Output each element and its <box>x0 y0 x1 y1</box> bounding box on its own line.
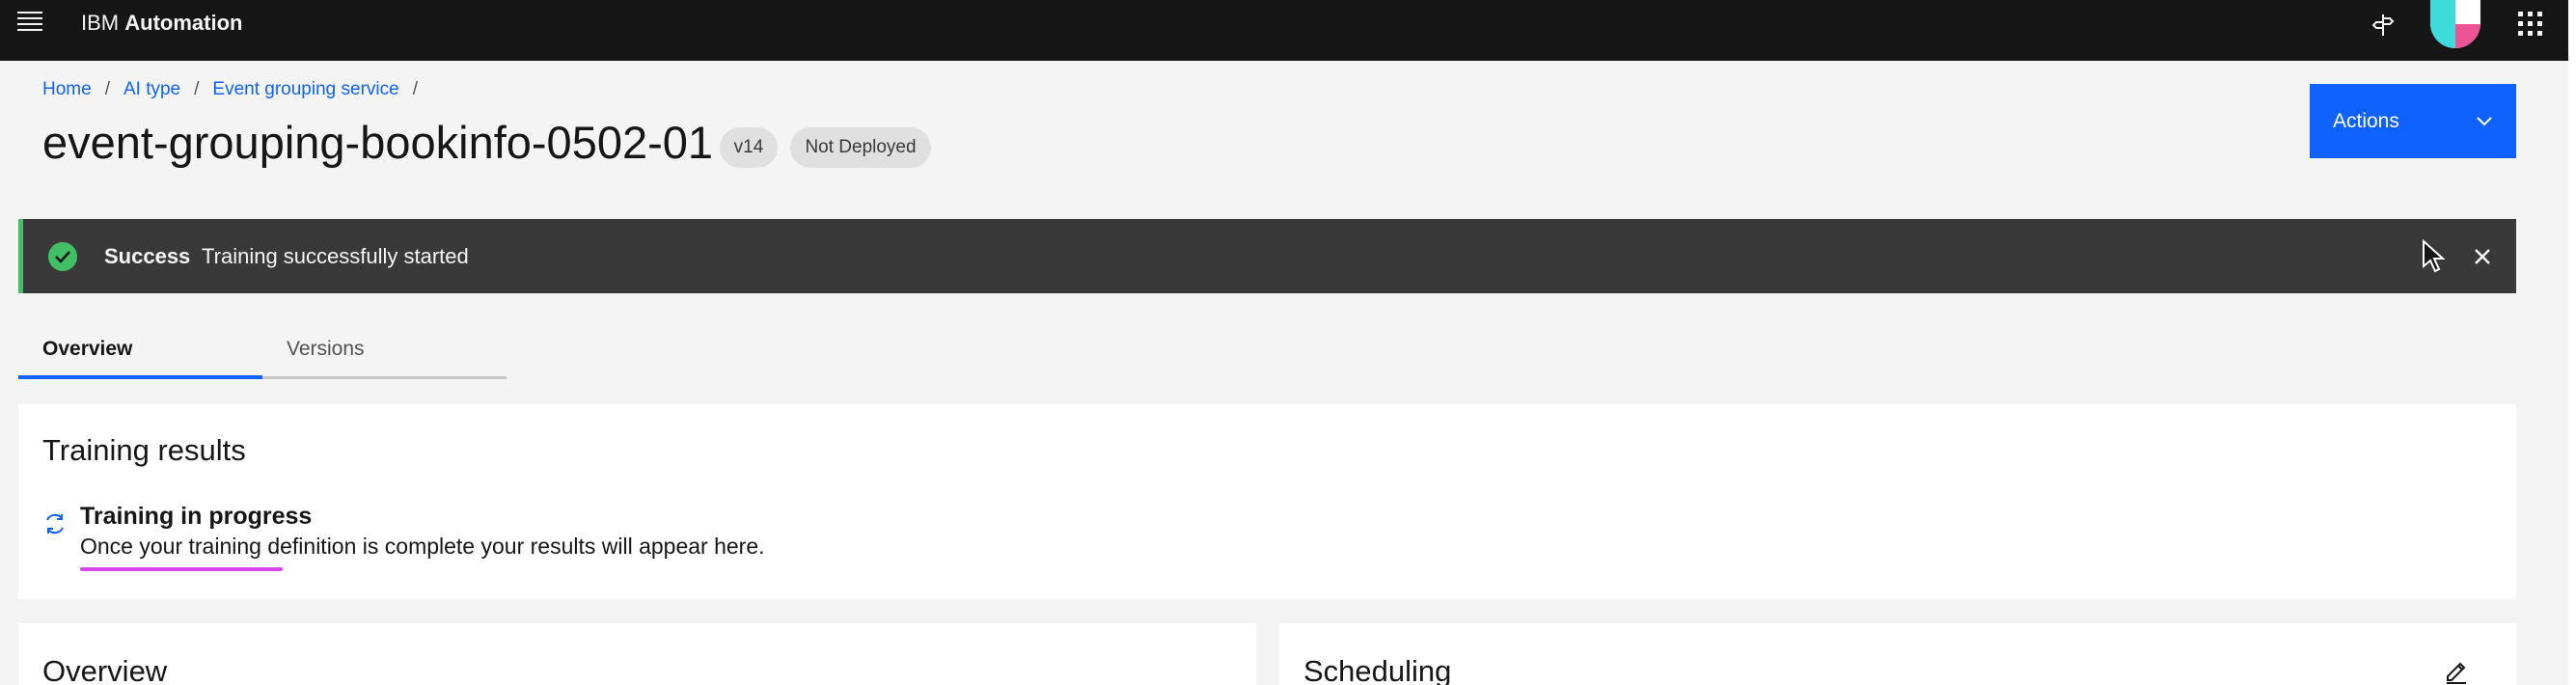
page-title: event-grouping-bookinfo-0502-01 <box>42 117 714 168</box>
notification-title: Success <box>104 243 191 268</box>
training-status-body: Once your training definition is complet… <box>80 534 765 559</box>
annotation-underline <box>80 567 283 571</box>
scheduling-card: Scheduling <box>1279 623 2516 685</box>
hamburger-menu-icon[interactable] <box>17 12 44 35</box>
version-tag: v14 <box>720 127 778 168</box>
breadcrumb-event-grouping-service[interactable]: Event grouping service <box>212 79 398 100</box>
breadcrumb-separator: / <box>104 79 110 99</box>
deployment-status-tag: Not Deployed <box>790 127 931 168</box>
tab-versions[interactable]: Versions <box>262 328 507 379</box>
breadcrumb-separator: / <box>194 79 200 99</box>
scrollbar[interactable] <box>2568 0 2576 685</box>
tab-overview[interactable]: Overview <box>18 328 262 379</box>
overview-card-title: Overview <box>42 654 168 685</box>
breadcrumb-home[interactable]: Home <box>42 79 92 100</box>
training-results-card: Training results <box>18 404 2516 599</box>
renew-icon <box>46 513 64 534</box>
chevron-down-icon <box>2477 116 2492 125</box>
breadcrumb: Home / AI type / Event grouping service … <box>42 79 431 100</box>
edit-icon[interactable] <box>2444 659 2469 684</box>
success-notification: Success Training successfully started <box>18 219 2516 293</box>
mouse-cursor-icon <box>2423 239 2446 273</box>
breadcrumb-ai-type[interactable]: AI type <box>123 79 180 100</box>
notification-text: Success Training successfully started <box>104 244 469 269</box>
actions-button-label: Actions <box>2333 109 2399 132</box>
scheduling-card-title: Scheduling <box>1303 654 1452 685</box>
product-name[interactable]: IBM Automation <box>81 10 242 37</box>
user-avatar[interactable] <box>2430 0 2480 48</box>
pin-icon[interactable] <box>2366 8 2400 42</box>
notification-message: Training successfully started <box>202 243 469 268</box>
training-status-heading: Training in progress <box>80 503 313 530</box>
checkmark-filled-icon <box>48 241 77 271</box>
close-icon[interactable] <box>2468 242 2497 271</box>
breadcrumb-separator: / <box>412 79 418 99</box>
training-results-title: Training results <box>42 433 246 467</box>
tab-list: Overview Versions <box>18 328 507 379</box>
actions-button[interactable]: Actions <box>2310 84 2516 158</box>
overview-card: Overview <box>18 623 1256 685</box>
top-header: IBM Automation <box>0 0 2568 61</box>
app-switcher-icon[interactable] <box>2512 6 2547 41</box>
